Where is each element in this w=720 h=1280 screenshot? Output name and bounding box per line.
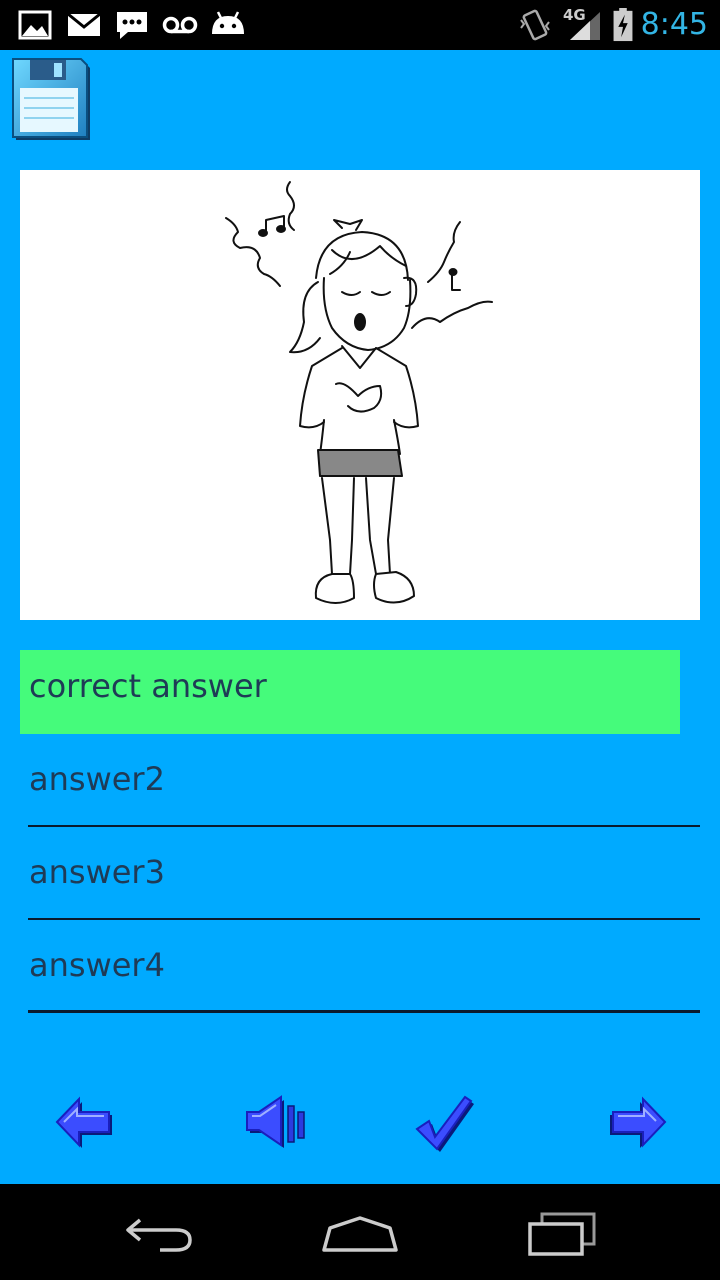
vibrate-icon [520,9,550,41]
answer-option-3[interactable]: answer3 [28,836,700,920]
answer-option-label: answer4 [29,946,165,984]
floppy-disk-icon[interactable] [10,54,92,146]
clock: 8:45 [640,7,708,42]
voicemail-icon [162,16,198,34]
question-picture [20,170,700,620]
signal-icon [570,12,600,40]
answer-option-1[interactable]: correct answer [20,650,680,734]
answer-option-label: answer3 [29,853,165,891]
arrow-right-icon[interactable] [600,1088,670,1158]
back-icon[interactable] [120,1210,200,1256]
answer-option-4[interactable]: answer4 [28,929,700,1013]
image-icon [18,10,52,40]
mail-icon [67,12,101,36]
system-navigation-bar [0,1184,720,1280]
action-toolbar [0,1080,720,1160]
arrow-left-icon[interactable] [52,1088,122,1158]
answer-option-label: correct answer [29,667,267,705]
checkmark-icon[interactable] [410,1088,480,1158]
answer-option-label: answer2 [29,760,165,798]
home-icon[interactable] [320,1210,400,1256]
answer-option-2[interactable]: answer2 [28,743,700,827]
answer-list: correct answer answer2 answer3 answer4 [20,650,700,1022]
battery-charging-icon [613,8,633,42]
quiz-screen: correct answer answer2 answer3 answer4 [0,50,720,1184]
android-icon [212,11,244,34]
phone-screen: 4G 8:45 correct answer answer2 answer3 a… [0,0,720,1280]
recent-apps-icon[interactable] [522,1210,602,1256]
chat-icon [117,12,147,39]
status-bar: 4G 8:45 [0,0,720,50]
speaker-icon[interactable] [240,1088,310,1158]
girl-singing-illustration [225,181,493,604]
